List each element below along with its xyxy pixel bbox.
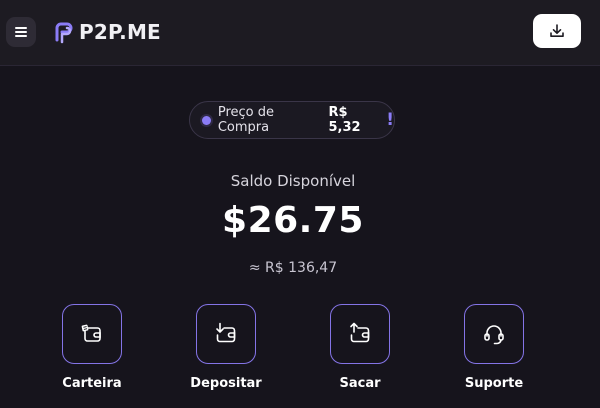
- deposit-button[interactable]: [196, 304, 256, 364]
- logo-text: P2P.ME: [79, 20, 161, 44]
- withdraw-button[interactable]: [330, 304, 390, 364]
- menu-button[interactable]: [6, 17, 36, 47]
- deposit-label: Depositar: [190, 376, 262, 391]
- p2p-logo-icon: [55, 22, 73, 44]
- deposit-icon: [216, 322, 236, 343]
- app-header: P2P.ME: [0, 0, 600, 66]
- action-support[interactable]: Suporte: [444, 304, 544, 391]
- withdraw-label: Sacar: [339, 376, 381, 391]
- download-button[interactable]: [533, 14, 581, 48]
- action-deposit[interactable]: Depositar: [176, 304, 276, 391]
- buy-price-pill[interactable]: Preço de Compra R$ 5,32 !: [189, 101, 395, 139]
- wallet-button[interactable]: [62, 304, 122, 364]
- app-logo[interactable]: P2P.ME: [54, 19, 161, 45]
- support-label: Suporte: [464, 376, 524, 391]
- withdraw-icon: [350, 322, 370, 343]
- wallet-label: Carteira: [62, 376, 122, 391]
- status-dot-icon: [202, 115, 211, 125]
- balance-converted: ≈ R$ 136,47: [248, 260, 338, 276]
- action-withdraw[interactable]: Sacar: [310, 304, 410, 391]
- hamburger-menu-icon: [15, 27, 27, 37]
- wallet-icon: [81, 324, 101, 342]
- balance-value: $26.75: [222, 200, 364, 241]
- support-button[interactable]: [464, 304, 524, 364]
- download-icon: [550, 24, 564, 37]
- balance-label: Saldo Disponível: [230, 172, 356, 190]
- buy-price-label: Preço de Compra: [217, 105, 274, 135]
- buy-price-value: R$ 5,32: [328, 105, 361, 135]
- headset-icon: [484, 325, 504, 345]
- action-wallet[interactable]: Carteira: [42, 304, 142, 391]
- alert-icon: !: [386, 109, 394, 130]
